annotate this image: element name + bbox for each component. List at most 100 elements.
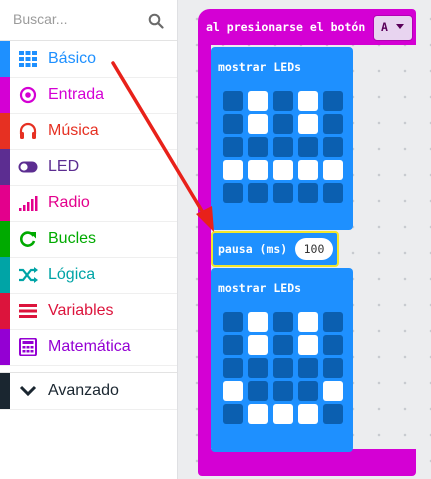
category-musica[interactable]: Música <box>0 113 177 150</box>
category-label: Avanzado <box>48 382 119 399</box>
event-block-body <box>198 45 211 450</box>
led-cell[interactable] <box>298 404 318 424</box>
led-cell[interactable] <box>298 312 318 332</box>
led-cell[interactable] <box>323 358 343 378</box>
led-cell[interactable] <box>298 137 318 157</box>
show-leds-label: mostrar LEDs <box>218 281 302 295</box>
category-logica[interactable]: Lógica <box>0 257 177 294</box>
led-cell[interactable] <box>223 335 243 355</box>
led-cell[interactable] <box>323 183 343 203</box>
led-cell[interactable] <box>223 183 243 203</box>
category-label: Lógica <box>48 266 96 283</box>
led-cell[interactable] <box>273 183 293 203</box>
headphones-icon <box>19 122 37 139</box>
led-cell[interactable] <box>273 335 293 355</box>
category-color-bar <box>0 77 10 113</box>
signal-icon <box>19 196 38 211</box>
led-cell[interactable] <box>273 358 293 378</box>
led-cell[interactable] <box>248 358 268 378</box>
led-cell[interactable] <box>223 137 243 157</box>
led-cell[interactable] <box>223 312 243 332</box>
led-cell[interactable] <box>223 381 243 401</box>
category-matematica[interactable]: Matemática <box>0 329 177 366</box>
led-cell[interactable] <box>248 91 268 111</box>
list-icon <box>19 304 37 318</box>
toggle-icon <box>18 161 38 173</box>
grid-icon <box>19 51 37 67</box>
led-cell[interactable] <box>323 312 343 332</box>
category-label: Radio <box>48 194 90 211</box>
button-dropdown[interactable] <box>373 15 413 41</box>
category-label: LED <box>48 158 80 175</box>
led-cell[interactable] <box>298 160 318 180</box>
led-cell[interactable] <box>298 91 318 111</box>
led-cell[interactable] <box>273 312 293 332</box>
category-color-bar <box>0 185 10 221</box>
led-cell[interactable] <box>298 335 318 355</box>
dropdown-arrow-icon[interactable] <box>396 24 404 30</box>
category-entrada[interactable]: Entrada <box>0 77 177 114</box>
search-box[interactable]: Buscar... <box>0 0 177 41</box>
led-cell[interactable] <box>248 114 268 134</box>
led-cell[interactable] <box>273 404 293 424</box>
category-color-bar <box>0 329 10 365</box>
led-cell[interactable] <box>298 381 318 401</box>
event-block-footer <box>198 449 416 476</box>
search-icon[interactable] <box>148 13 164 29</box>
category-label: Matemática <box>48 338 131 355</box>
led-cell[interactable] <box>323 160 343 180</box>
category-label: Básico <box>48 50 97 67</box>
calculator-icon <box>19 338 37 356</box>
led-cell[interactable] <box>273 91 293 111</box>
led-cell[interactable] <box>248 404 268 424</box>
category-label: Variables <box>48 302 114 319</box>
category-led[interactable]: LED <box>0 149 177 186</box>
category-color-bar <box>0 41 10 77</box>
chevron-down-icon <box>19 385 37 397</box>
led-cell[interactable] <box>223 358 243 378</box>
led-cell[interactable] <box>248 312 268 332</box>
led-cell[interactable] <box>273 381 293 401</box>
category-label: Música <box>48 122 99 139</box>
led-cell[interactable] <box>298 183 318 203</box>
category-avanzado[interactable]: Avanzado <box>0 372 177 410</box>
pause-value-input[interactable]: 100 <box>295 238 333 260</box>
led-cell[interactable] <box>273 137 293 157</box>
led-cell[interactable] <box>298 114 318 134</box>
led-cell[interactable] <box>273 160 293 180</box>
category-color-bar <box>0 293 10 329</box>
pause-label: pausa (ms) <box>218 242 288 256</box>
led-cell[interactable] <box>248 160 268 180</box>
led-cell[interactable] <box>323 137 343 157</box>
led-cell[interactable] <box>323 404 343 424</box>
led-cell[interactable] <box>223 91 243 111</box>
refresh-icon <box>20 231 36 247</box>
event-block-label: al presionarse el botón <box>206 20 366 34</box>
category-color-bar <box>0 221 10 257</box>
category-color-bar <box>0 113 10 149</box>
led-cell[interactable] <box>248 137 268 157</box>
led-cell[interactable] <box>323 335 343 355</box>
category-label: Bucles <box>48 230 97 247</box>
led-cell[interactable] <box>248 335 268 355</box>
target-icon <box>19 86 37 104</box>
led-cell[interactable] <box>323 91 343 111</box>
led-cell[interactable] <box>248 381 268 401</box>
led-cell[interactable] <box>223 114 243 134</box>
category-label: Entrada <box>48 86 105 103</box>
search-input[interactable]: Buscar... <box>13 11 67 27</box>
category-variables[interactable]: Variables <box>0 293 177 330</box>
led-cell[interactable] <box>223 160 243 180</box>
category-basico[interactable]: Básico <box>0 41 177 78</box>
led-cell[interactable] <box>248 183 268 203</box>
category-color-bar <box>0 373 10 409</box>
shuffle-icon <box>19 267 38 283</box>
led-cell[interactable] <box>223 404 243 424</box>
category-bucles[interactable]: Bucles <box>0 221 177 258</box>
led-cell[interactable] <box>298 358 318 378</box>
button-dropdown-value: A <box>381 20 388 34</box>
led-cell[interactable] <box>323 114 343 134</box>
led-cell[interactable] <box>273 114 293 134</box>
category-radio[interactable]: Radio <box>0 185 177 222</box>
led-cell[interactable] <box>323 381 343 401</box>
